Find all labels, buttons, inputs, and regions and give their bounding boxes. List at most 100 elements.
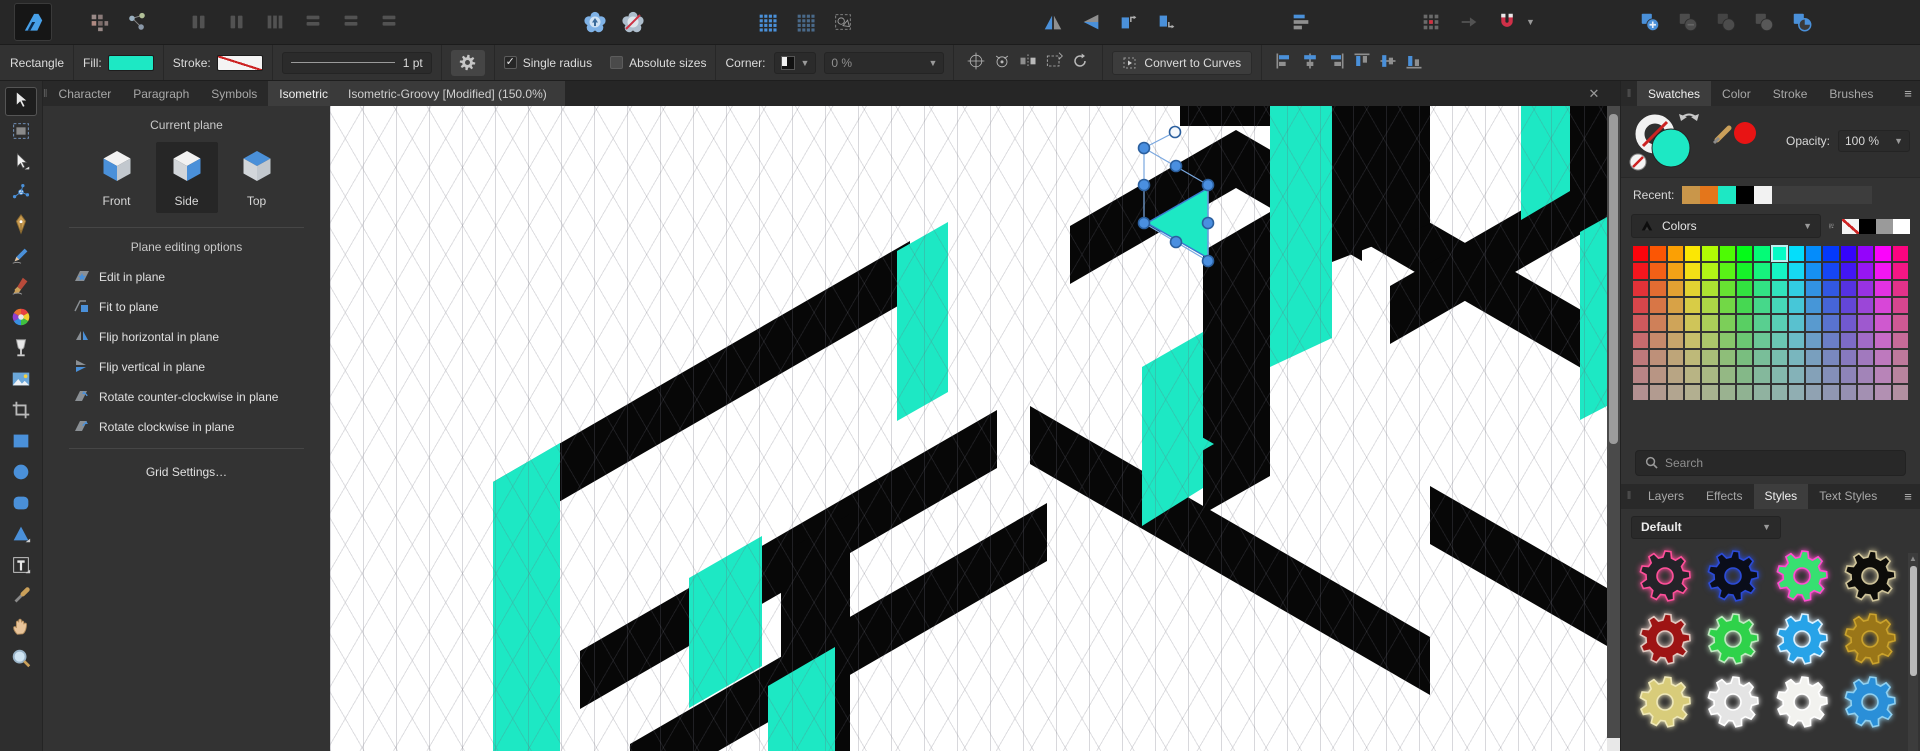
style-item[interactable] <box>1768 675 1836 734</box>
mirror-button[interactable] <box>1015 51 1041 75</box>
tab-styles[interactable]: Styles <box>1753 483 1809 509</box>
color-swatch[interactable] <box>1840 315 1857 331</box>
panel-menu-icon[interactable]: ≡ <box>1896 81 1920 106</box>
color-swatch[interactable] <box>1719 280 1735 296</box>
node-tool[interactable] <box>5 149 37 178</box>
color-swatch[interactable] <box>1806 332 1822 348</box>
color-swatch[interactable] <box>1684 332 1701 348</box>
selection-overlay[interactable] <box>330 106 1607 751</box>
color-swatch[interactable] <box>1650 263 1666 279</box>
color-swatch[interactable] <box>1806 297 1822 314</box>
tab-stroke[interactable]: Stroke <box>1762 81 1819 106</box>
color-swatch[interactable] <box>1650 367 1666 383</box>
special-swatch[interactable] <box>1893 218 1910 234</box>
color-swatch[interactable] <box>1788 263 1805 279</box>
snap-to-pixels-button[interactable] <box>788 5 822 39</box>
style-item[interactable] <box>1631 675 1699 734</box>
color-picker-tool[interactable] <box>5 583 37 612</box>
color-swatch[interactable] <box>1650 297 1666 314</box>
snapping-magnet-button[interactable] <box>1490 5 1524 39</box>
pressure-off-button[interactable] <box>616 5 650 39</box>
color-swatch[interactable] <box>1684 349 1701 366</box>
flip-vertical-button[interactable] <box>1074 5 1108 39</box>
color-swatch[interactable] <box>1702 315 1718 331</box>
align-top-button[interactable] <box>1349 51 1375 75</box>
rounded-rectangle-tool[interactable] <box>5 490 37 519</box>
plane-action-flip-vertical-in-plane[interactable]: Flip vertical in plane <box>43 352 330 382</box>
opacity-select[interactable]: 100 % ▼ <box>1838 130 1910 152</box>
color-swatch[interactable] <box>1806 349 1822 366</box>
color-swatch[interactable] <box>1736 367 1753 383</box>
vector-brush-tool[interactable] <box>5 273 37 302</box>
color-swatch[interactable] <box>1840 349 1857 366</box>
transform-origin-button[interactable] <box>1041 51 1067 75</box>
color-swatch[interactable] <box>1840 384 1857 400</box>
rotate-selection-button[interactable] <box>1067 51 1093 75</box>
plane-option-front[interactable]: Front <box>86 142 148 213</box>
tab-layers[interactable]: Layers <box>1637 484 1695 509</box>
share-button[interactable] <box>120 5 154 39</box>
color-swatch[interactable] <box>1754 349 1770 366</box>
color-swatch[interactable] <box>1806 315 1822 331</box>
color-swatch[interactable] <box>1684 246 1701 262</box>
color-swatch[interactable] <box>1754 384 1770 400</box>
align-center-button[interactable] <box>1297 51 1323 75</box>
color-swatch[interactable] <box>1788 315 1805 331</box>
color-swatch[interactable] <box>1754 297 1770 314</box>
color-swatch[interactable] <box>1771 384 1787 400</box>
style-item-gel[interactable] <box>1699 612 1767 671</box>
color-swatch[interactable] <box>1771 315 1787 331</box>
swatch-search-field[interactable]: Search <box>1635 449 1906 476</box>
color-swatch[interactable] <box>1684 280 1701 296</box>
color-swatch[interactable] <box>1771 367 1787 383</box>
boolean-add-button[interactable] <box>1633 5 1667 39</box>
color-swatch[interactable] <box>1719 297 1735 314</box>
color-swatch[interactable] <box>1823 246 1839 262</box>
color-swatch[interactable] <box>1684 263 1701 279</box>
vector-crop-tool[interactable] <box>5 397 37 426</box>
color-swatch[interactable] <box>1788 280 1805 296</box>
color-swatch[interactable] <box>1788 349 1805 366</box>
fill-color-well[interactable] <box>1651 128 1691 168</box>
color-swatch[interactable] <box>1858 332 1874 348</box>
color-swatch[interactable] <box>1858 280 1874 296</box>
color-swatch[interactable] <box>1650 315 1666 331</box>
color-swatch[interactable] <box>1806 367 1822 383</box>
pencil-tool[interactable] <box>5 242 37 271</box>
panel-drag-grip[interactable]: ‖ <box>1621 484 1637 509</box>
stroke-swatch[interactable] <box>216 54 263 71</box>
tab-brushes[interactable]: Brushes <box>1818 81 1884 106</box>
color-swatch[interactable] <box>1892 315 1908 331</box>
color-swatch[interactable] <box>1684 384 1701 400</box>
color-swatch[interactable] <box>1858 349 1874 366</box>
place-image-tool[interactable] <box>5 366 37 395</box>
color-swatch[interactable] <box>1858 297 1874 314</box>
eyedropper-icon[interactable] <box>1712 125 1732 145</box>
color-swatch[interactable] <box>1633 315 1649 331</box>
color-swatch[interactable] <box>1667 246 1683 262</box>
color-swatch[interactable] <box>1667 263 1683 279</box>
fill-tool[interactable] <box>5 304 37 333</box>
color-swatch[interactable] <box>1806 246 1822 262</box>
stroke-width-slider[interactable] <box>290 62 395 63</box>
panel-menu-icon[interactable]: ≡ <box>1896 484 1920 509</box>
color-swatch[interactable] <box>1771 297 1787 314</box>
color-swatch[interactable] <box>1823 367 1839 383</box>
style-item-dark-blue[interactable] <box>1699 549 1767 608</box>
tab-symbols[interactable]: Symbols <box>200 81 268 106</box>
style-item[interactable] <box>1836 675 1904 734</box>
tab-swatches[interactable]: Swatches <box>1637 81 1712 106</box>
styles-scrollbar[interactable]: ▲ <box>1908 553 1918 751</box>
color-swatch[interactable] <box>1667 280 1683 296</box>
color-swatch[interactable] <box>1667 349 1683 366</box>
align-right-button[interactable] <box>1323 51 1349 75</box>
color-swatch[interactable] <box>1788 332 1805 348</box>
convert-to-curves-button[interactable]: Convert to Curves <box>1112 50 1253 75</box>
snap-to-shape-button[interactable] <box>826 5 860 39</box>
color-swatch[interactable] <box>1823 315 1839 331</box>
plane-option-side[interactable]: Side <box>155 142 218 213</box>
tab-character[interactable]: Character <box>48 81 123 106</box>
color-swatch[interactable] <box>1736 384 1753 400</box>
color-swatch[interactable] <box>1736 263 1753 279</box>
color-swatch[interactable] <box>1892 280 1908 296</box>
